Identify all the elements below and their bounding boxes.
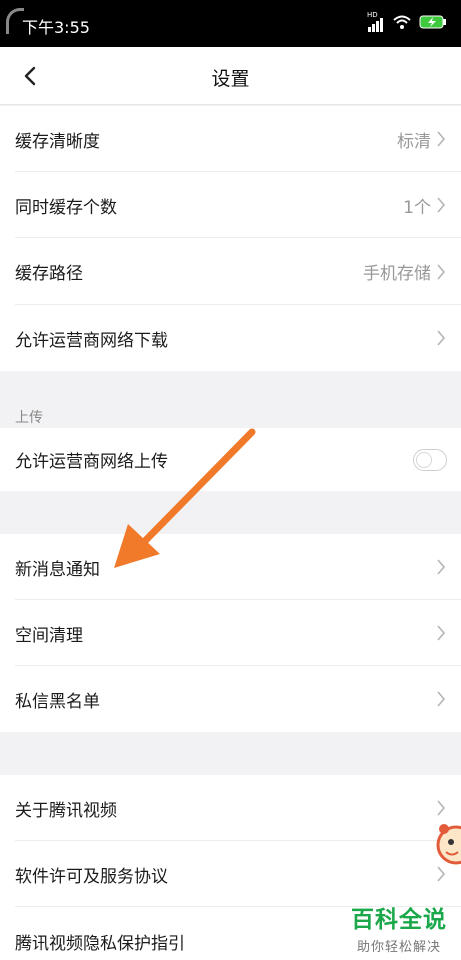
setting-row-license[interactable]: 软件许可及服务协议 xyxy=(0,841,461,907)
chevron-right-icon xyxy=(437,625,446,641)
battery-charging-icon xyxy=(419,14,447,33)
setting-label: 缓存路径 xyxy=(15,264,83,284)
hd-label: HD xyxy=(367,10,378,19)
setting-row-notifications[interactable]: 新消息通知 xyxy=(0,534,461,600)
setting-row-storage-cleanup[interactable]: 空间清理 xyxy=(0,600,461,666)
setting-row-carrier-download[interactable]: 允许运营商网络下载 xyxy=(0,305,461,371)
chevron-right-icon xyxy=(437,559,446,575)
setting-label: 缓存清晰度 xyxy=(15,131,100,152)
section-title-upload: 上传 xyxy=(15,410,43,426)
setting-label: 腾讯视频隐私保护指引 xyxy=(15,934,185,954)
setting-value: 1个 xyxy=(403,197,431,218)
floating-mascot-icon[interactable] xyxy=(434,815,461,877)
watermark-logo: 百科全说 助你轻松解决 xyxy=(351,900,447,955)
setting-row-concurrent-cache[interactable]: 同时缓存个数 1个 xyxy=(0,172,461,238)
setting-label: 私信黑名单 xyxy=(15,691,100,712)
watermark-subtitle: 助你轻松解决 xyxy=(356,940,441,955)
nav-bar: 设置 xyxy=(0,47,461,105)
watermark-title: 百科全说 xyxy=(351,907,447,933)
setting-row-cache-quality[interactable]: 缓存清晰度 标清 xyxy=(0,106,461,172)
setting-row-cache-path[interactable]: 缓存路径 手机存储 xyxy=(0,238,461,305)
chevron-right-icon xyxy=(437,263,446,280)
setting-row-dm-blacklist[interactable]: 私信黑名单 xyxy=(0,666,461,732)
wifi-icon xyxy=(393,14,411,33)
setting-row-carrier-upload: 允许运营商网络上传 xyxy=(0,428,461,491)
chevron-right-icon xyxy=(437,330,446,346)
status-icons: HD xyxy=(367,11,447,33)
status-bar: 下午3:55 HD xyxy=(0,0,461,47)
chevron-right-icon xyxy=(437,131,446,147)
signal-icon: HD xyxy=(367,11,385,32)
toggle-knob xyxy=(416,451,432,468)
setting-label: 同时缓存个数 xyxy=(15,197,117,218)
setting-row-about[interactable]: 关于腾讯视频 xyxy=(0,775,461,841)
carrier-upload-toggle[interactable] xyxy=(413,448,447,471)
page-title: 设置 xyxy=(211,68,250,90)
setting-label: 允许运营商网络上传 xyxy=(15,452,168,472)
setting-label: 空间清理 xyxy=(15,625,83,646)
setting-label: 软件许可及服务协议 xyxy=(15,866,168,887)
setting-label: 关于腾讯视频 xyxy=(15,800,117,821)
setting-value: 标清 xyxy=(397,131,431,152)
setting-label: 允许运营商网络下载 xyxy=(15,330,168,351)
setting-value: 手机存储 xyxy=(363,264,431,284)
chevron-right-icon xyxy=(437,691,446,707)
status-time: 下午3:55 xyxy=(22,18,90,37)
chevron-right-icon xyxy=(437,197,446,213)
setting-label: 新消息通知 xyxy=(15,559,100,580)
